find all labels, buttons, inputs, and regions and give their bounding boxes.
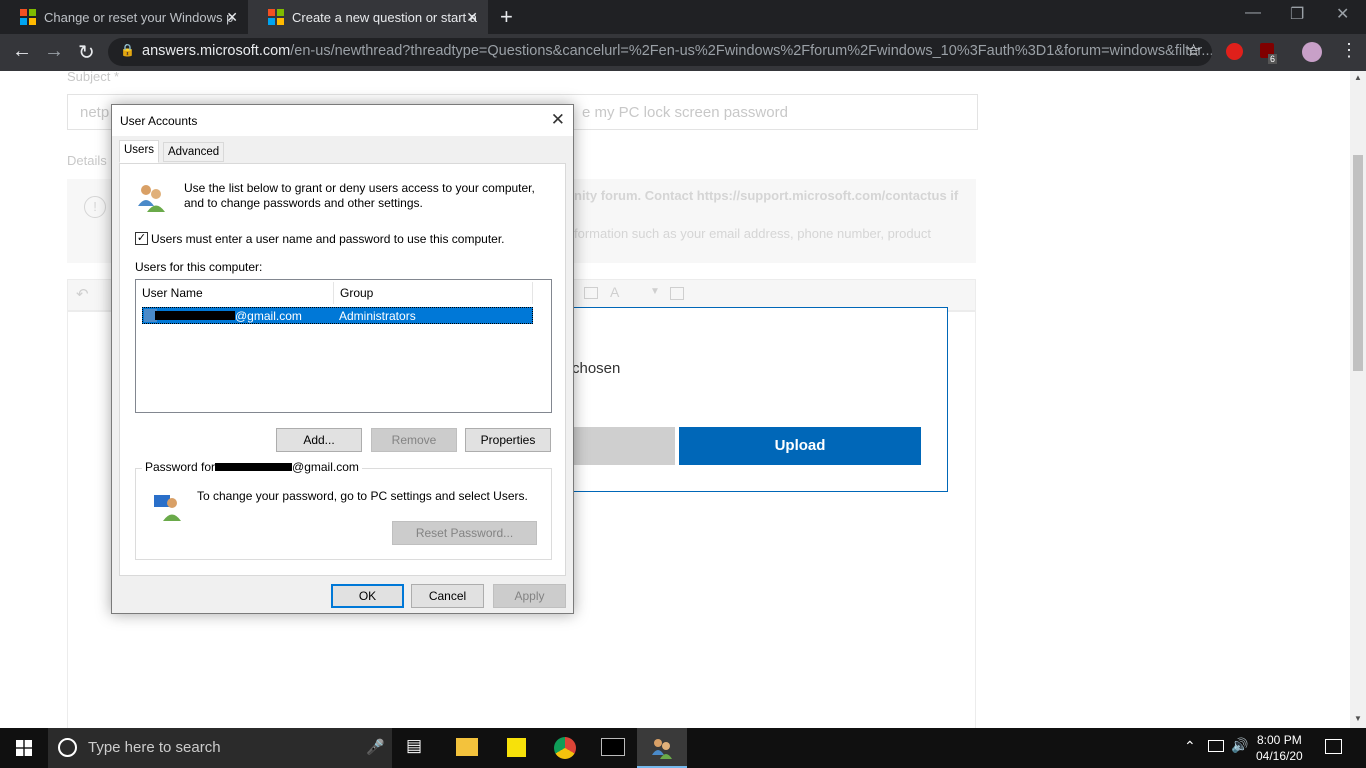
password-info: To change your password, go to PC settin…: [197, 489, 528, 503]
microphone-icon[interactable]: 🎤: [366, 738, 385, 756]
user-password-icon: [154, 495, 181, 521]
password-group-title: Password for @gmail.com: [142, 460, 362, 474]
forward-icon[interactable]: →: [44, 40, 64, 63]
command-prompt-icon[interactable]: [601, 738, 625, 756]
require-login-checkbox[interactable]: ✓: [135, 232, 148, 245]
new-tab-button[interactable]: +: [500, 4, 513, 30]
tab-new-question[interactable]: Create a new question or start a ✕: [248, 0, 488, 34]
table-icon[interactable]: [670, 287, 684, 300]
tab-users[interactable]: Users: [119, 140, 160, 163]
dialog-titlebar: User Accounts ✕: [112, 105, 573, 136]
user-accounts-dialog: User Accounts ✕ Users Advanced Use the l…: [111, 104, 574, 614]
browser-toolbar: ← → ↻ 🔒 answers.microsoft.com/en-us/newt…: [0, 34, 1366, 71]
windows-taskbar: Type here to search 🎤 ▤ ⌃ 🔊 8:00 PM 04/1…: [0, 728, 1366, 768]
redacted-username: [215, 463, 293, 471]
table-row[interactable]: @gmail.com Administrators: [142, 307, 533, 324]
info-icon: !: [84, 196, 106, 218]
file-chosen-text: chosen: [572, 360, 621, 377]
subject-label: Subject *: [67, 71, 120, 84]
chrome-icon[interactable]: [554, 737, 576, 759]
subject-value-end: e my PC lock screen password: [582, 104, 788, 121]
extension-badge: 6: [1268, 54, 1278, 64]
dialog-title: User Accounts: [120, 114, 198, 128]
tab-advanced[interactable]: Advanced: [163, 142, 225, 162]
password-for-label: Password for: [145, 460, 216, 474]
add-button[interactable]: Add...: [276, 428, 362, 452]
checkbox-label[interactable]: Users must enter a user name and passwor…: [151, 232, 505, 247]
user-accounts-taskbar-icon[interactable]: [650, 736, 674, 760]
users-label: Users for this computer:: [135, 260, 263, 274]
apply-button[interactable]: Apply: [493, 584, 566, 608]
scroll-down-icon[interactable]: ▼: [1354, 714, 1362, 723]
notice-line-1: nity forum. Contact https://support.micr…: [574, 188, 959, 203]
minimize-icon[interactable]: —: [1245, 4, 1261, 22]
undo-icon[interactable]: ↶: [76, 285, 89, 303]
profile-avatar[interactable]: [1302, 42, 1322, 62]
chevron-up-icon[interactable]: ⌃: [1184, 738, 1196, 755]
url-host: answers.microsoft.com: [142, 43, 291, 59]
users-list[interactable]: User Name Group @gmail.com Administrator…: [135, 279, 552, 413]
upload-button[interactable]: Upload: [679, 427, 921, 465]
ok-button[interactable]: OK: [331, 584, 404, 608]
remove-button[interactable]: Remove: [371, 428, 457, 452]
microsoft-logo-icon: [268, 9, 284, 25]
windows-start-icon[interactable]: [16, 740, 32, 756]
lock-icon: 🔒: [120, 43, 135, 57]
scroll-up-icon[interactable]: ▲: [1354, 73, 1362, 82]
close-tab-icon[interactable]: ✕: [466, 9, 478, 26]
column-user-name[interactable]: User Name: [136, 282, 334, 304]
page-scrollbar[interactable]: ▲ ▼: [1350, 71, 1366, 728]
address-bar[interactable]: 🔒 answers.microsoft.com/en-us/newthread?…: [108, 38, 1212, 66]
volume-icon[interactable]: 🔊: [1231, 737, 1248, 754]
sticky-notes-icon[interactable]: [507, 738, 526, 757]
redacted-username: [155, 311, 235, 320]
microsoft-logo-icon: [20, 9, 36, 25]
intro-line-1: Use the list below to grant or deny user…: [184, 181, 535, 195]
url-path: /en-us/newthread?threadtype=Questions&ca…: [290, 43, 1212, 59]
browser-chrome: Change or reset your Windows p ✕ Create …: [0, 0, 1366, 71]
users-panel: Use the list below to grant or deny user…: [119, 163, 566, 576]
action-center-icon[interactable]: [1325, 739, 1342, 754]
bookmark-star-icon[interactable]: ☆: [1186, 41, 1201, 61]
network-icon[interactable]: [1208, 740, 1224, 752]
properties-button[interactable]: Properties: [465, 428, 551, 452]
restore-icon[interactable]: ❐: [1290, 4, 1304, 24]
close-tab-icon[interactable]: ✕: [226, 9, 238, 26]
extension-stop-icon[interactable]: [1226, 43, 1243, 60]
taskbar-search-box[interactable]: Type here to search 🎤: [48, 728, 392, 768]
image-icon[interactable]: [584, 287, 598, 299]
system-clock[interactable]: 8:00 PM 04/16/20: [1256, 732, 1303, 764]
font-color-icon[interactable]: A: [610, 284, 619, 300]
close-window-icon[interactable]: ✕: [1336, 4, 1349, 24]
details-label: Details: [67, 153, 107, 168]
clock-time: 8:00 PM: [1257, 733, 1302, 747]
notice-line-2: formation such as your email address, ph…: [574, 226, 931, 241]
tab-change-password[interactable]: Change or reset your Windows p ✕: [0, 0, 248, 34]
column-group[interactable]: Group: [334, 282, 533, 304]
chevron-down-icon[interactable]: ▼: [650, 286, 660, 297]
cancel-button[interactable]: Cancel: [411, 584, 484, 608]
tab-title: Change or reset your Windows p: [44, 9, 234, 25]
close-icon[interactable]: ✕: [551, 110, 565, 130]
reset-password-button[interactable]: Reset Password...: [392, 521, 537, 545]
scrollbar-thumb[interactable]: [1353, 155, 1363, 371]
task-view-icon[interactable]: ▤: [406, 736, 430, 760]
group-cell: Administrators: [339, 309, 416, 323]
password-for-email: @gmail.com: [292, 460, 359, 474]
reload-icon[interactable]: ↻: [78, 40, 95, 65]
password-group: Password for @gmail.com To change your pa…: [135, 460, 552, 560]
menu-icon[interactable]: ⋮: [1340, 40, 1358, 61]
clock-date: 04/16/20: [1256, 749, 1303, 763]
file-explorer-icon[interactable]: [456, 738, 478, 756]
search-placeholder: Type here to search: [88, 739, 221, 756]
tab-title: Create a new question or start a: [292, 9, 477, 25]
user-name-cell: @gmail.com: [235, 309, 302, 323]
back-icon[interactable]: ←: [12, 40, 32, 63]
search-icon: [58, 738, 77, 757]
subject-value: netp: [80, 104, 110, 121]
intro-line-2: and to change passwords and other settin…: [184, 196, 423, 210]
users-icon: [138, 185, 165, 212]
